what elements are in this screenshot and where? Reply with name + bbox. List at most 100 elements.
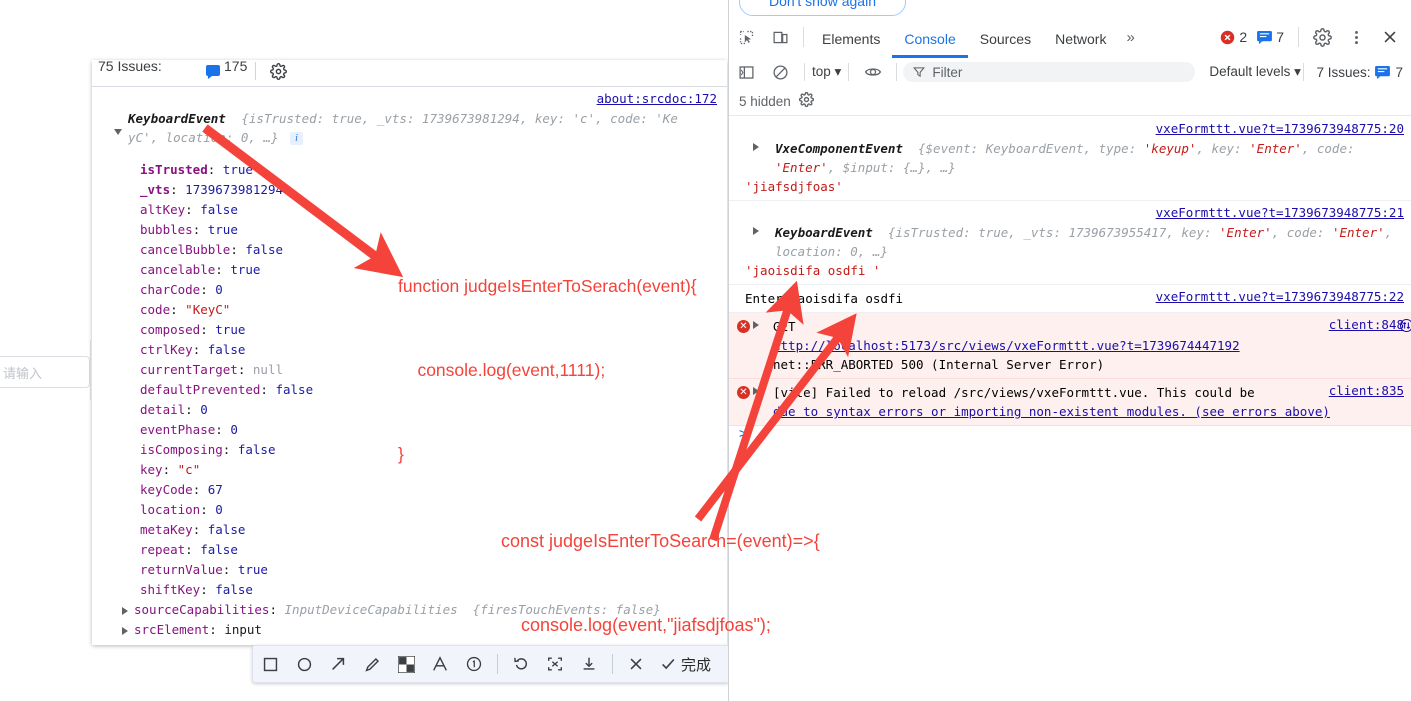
hidden-settings-gear-icon[interactable] <box>798 91 814 112</box>
property-key: composed <box>140 322 201 337</box>
property-value: null <box>252 362 284 377</box>
property-row: altKey: false <box>140 202 238 217</box>
property-row[interactable]: srcElement: input <box>122 620 262 640</box>
toolbar-separator <box>804 63 805 81</box>
annotation-1-line-3: } <box>398 444 404 464</box>
tab-network[interactable]: Network <box>1043 17 1118 58</box>
live-expression-eye-icon[interactable] <box>856 57 890 87</box>
mosaic-tool[interactable] <box>389 645 423 683</box>
page-divider <box>90 340 91 400</box>
message-icon <box>1257 30 1273 44</box>
issues-summary[interactable]: 7 Issues: 7 <box>1296 58 1403 86</box>
info-icon[interactable]: i <box>290 132 304 145</box>
console-source-link[interactable]: vxeFormttt.vue?t=1739673948775:21 <box>1156 205 1404 220</box>
property-value: 0 <box>215 282 223 297</box>
marker-tool[interactable] <box>457 645 491 683</box>
log-levels-selector[interactable]: Default levels ▾ <box>1209 64 1301 80</box>
search-input[interactable]: 请输入 <box>0 356 90 388</box>
property-value: 0 <box>200 402 208 417</box>
toolbar-separator <box>803 27 804 47</box>
property-key: keyCode <box>140 482 193 497</box>
ellipse-tool[interactable] <box>287 645 321 683</box>
filter-placeholder: Filter <box>932 64 963 80</box>
network-request-icon[interactable] <box>1399 318 1411 336</box>
pen-tool[interactable] <box>355 645 389 683</box>
expand-triangle[interactable] <box>753 321 759 329</box>
property-key: repeat <box>140 542 186 557</box>
property-row: cancelable: true <box>140 262 261 277</box>
property-key: defaultPrevented <box>140 382 261 397</box>
console-error-text: GET http://localhost:5173/src/views/vxeFo… <box>773 319 1240 372</box>
captured-object-header: KeyboardEvent {isTrusted: true, _vts: 17… <box>128 109 708 147</box>
object-name: KeyboardEvent <box>128 111 226 126</box>
console-source-link[interactable]: client:835 <box>1329 383 1404 398</box>
property-key: code <box>140 302 171 317</box>
clear-console-icon[interactable] <box>763 57 797 87</box>
property-row: defaultPrevented: false <box>140 382 314 397</box>
property-key: ctrlKey <box>140 342 193 357</box>
more-tabs-button[interactable]: » <box>1118 29 1142 46</box>
property-row: code: "KeyC" <box>140 302 231 317</box>
filter-input[interactable]: Filter <box>903 62 1196 82</box>
toolbar-separator <box>255 62 256 80</box>
expand-triangle[interactable] <box>753 387 759 395</box>
captured-issues-label: 75 Issues: <box>98 60 162 74</box>
property-row: keyCode: 67 <box>140 482 223 497</box>
tab-console[interactable]: Console <box>892 17 967 58</box>
console-source-link[interactable]: vxeFormttt.vue?t=1739673948775:22 <box>1156 289 1404 304</box>
property-value: "c" <box>177 462 201 477</box>
console-source-link[interactable]: client:848 <box>1329 317 1404 332</box>
message-badge[interactable]: 7 <box>1257 29 1284 45</box>
kebab-menu-icon[interactable] <box>1339 22 1373 52</box>
console-prompt[interactable]: > <box>729 426 1411 454</box>
property-row: returnValue: true <box>140 562 268 577</box>
console-source-link[interactable]: vxeFormttt.vue?t=1739673948775:20 <box>1156 121 1404 136</box>
property-row: _vts: 1739673981294 <box>140 182 284 197</box>
property-row: isComposing: false <box>140 442 276 457</box>
property-key: returnValue <box>140 562 223 577</box>
console-error-text: [vite] Failed to reload /src/views/vxeFo… <box>773 385 1330 419</box>
toolbar-separator <box>848 63 850 81</box>
settings-gear-icon[interactable] <box>1305 22 1339 52</box>
log-levels-label: Default levels <box>1209 64 1291 79</box>
property-key: cancelBubble <box>140 242 231 257</box>
expand-triangle[interactable] <box>122 606 128 615</box>
object-expand-triangle[interactable] <box>114 125 122 140</box>
arrow-tool[interactable] <box>321 645 355 683</box>
close-devtools-icon[interactable] <box>1373 22 1407 52</box>
expand-triangle[interactable] <box>122 626 128 635</box>
search-input-placeholder: 请输入 <box>3 367 43 382</box>
expand-triangle[interactable] <box>753 227 759 235</box>
property-key: eventPhase <box>140 422 216 437</box>
context-selector[interactable]: top ▾ <box>812 64 841 80</box>
dont-show-again-button[interactable]: Don't show again <box>739 0 906 16</box>
gear-icon[interactable] <box>270 63 287 85</box>
console-log-row: vxeFormttt.vue?t=1739673948775:21 Keyboar… <box>729 201 1411 285</box>
console-sidebar-toggle-icon[interactable] <box>729 57 763 87</box>
captured-source-link[interactable]: about:srcdoc:172 <box>597 91 717 106</box>
expand-triangle[interactable] <box>753 143 759 151</box>
property-value: 67 <box>207 482 223 497</box>
property-value: false <box>275 382 314 397</box>
property-row: cancelBubble: false <box>140 242 284 257</box>
captured-issues-bar: 75 Issues: 175 <box>92 60 727 87</box>
property-key: srcElement <box>134 622 210 637</box>
property-key: isTrusted <box>140 162 208 177</box>
property-row: detail: 0 <box>140 402 208 417</box>
prompt-chevron-icon: > <box>739 426 748 442</box>
device-toolbar-icon[interactable] <box>763 22 797 52</box>
tab-sources[interactable]: Sources <box>968 17 1043 58</box>
text-tool[interactable] <box>423 645 457 683</box>
property-key: charCode <box>140 282 201 297</box>
property-key: sourceCapabilities <box>134 602 270 617</box>
annotation-1-line-1: function judgeIsEnterToSerach(event){ <box>398 276 697 296</box>
tab-elements[interactable]: Elements <box>810 17 892 58</box>
inspect-element-icon[interactable] <box>729 22 763 52</box>
property-value: 1739673981294 <box>185 182 284 197</box>
rectangle-tool[interactable] <box>253 645 287 683</box>
console-string-value: 'jiafsdjfoas' <box>745 179 843 194</box>
error-icon: ✕ <box>737 320 750 333</box>
console-log-row: vxeFormttt.vue?t=1739673948775:22 Enter j… <box>729 285 1411 313</box>
property-row: eventPhase: 0 <box>140 422 238 437</box>
error-badge[interactable]: 2 <box>1220 29 1247 45</box>
